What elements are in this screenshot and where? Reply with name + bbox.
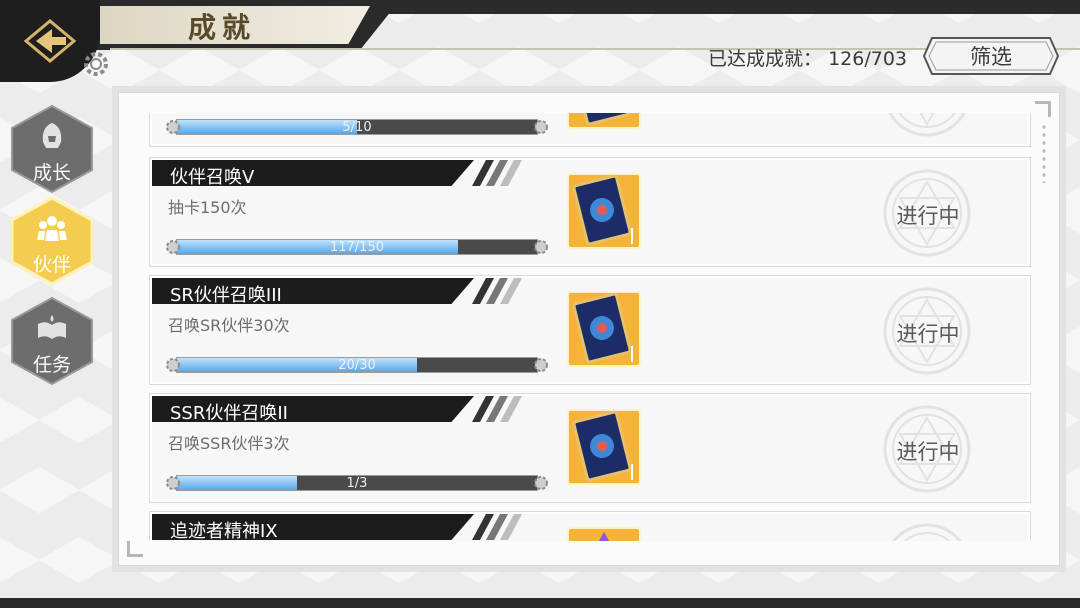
achievement-title: 追迹者精神IX xyxy=(170,521,278,541)
open-book-icon xyxy=(38,315,66,339)
progress-track: 5/10 xyxy=(176,119,538,135)
achievement-list[interactable]: 5/10 伙伴召唤V 抽卡150次 117/150 进行中 SR伙伴召唤III … xyxy=(149,113,1031,541)
reward-card-icon[interactable] xyxy=(566,290,642,368)
achievement-status: 进行中 xyxy=(896,440,960,464)
nav-item-growth[interactable]: 成长 xyxy=(8,104,96,194)
title-stripes xyxy=(472,278,522,304)
nav-item-label: 成长 xyxy=(32,162,71,184)
panel-corner xyxy=(1035,101,1051,117)
card-title-bar: SSR伙伴召唤II xyxy=(152,396,474,422)
nav-item-tasks[interactable]: 任务 xyxy=(8,296,96,386)
nav-item-companions[interactable]: 伙伴 xyxy=(8,196,96,286)
gear-cap-icon xyxy=(166,358,180,372)
gear-icon xyxy=(84,52,108,76)
gear-cap-icon xyxy=(166,476,180,490)
reward-card-icon[interactable] xyxy=(566,113,642,130)
panel-corner xyxy=(127,541,143,557)
achievement-description: 召唤SSR伙伴3次 xyxy=(168,434,290,453)
achievement-card: SSR伙伴召唤II 召唤SSR伙伴3次 1/3 进行中 xyxy=(149,393,1031,503)
status-seal-icon xyxy=(892,523,962,541)
progress-track: 20/30 xyxy=(176,357,538,373)
card-title-bar: 追迹者精神IX xyxy=(152,514,474,540)
back-arrow-icon xyxy=(23,19,77,63)
title-stripes xyxy=(472,160,522,186)
title-stripes xyxy=(472,396,522,422)
achievement-counter-label: 已达成成就： xyxy=(708,48,823,70)
gear-cap-icon xyxy=(534,120,548,134)
progress-bar: 20/30 xyxy=(164,354,550,376)
nav-item-label: 任务 xyxy=(32,354,71,376)
gear-cap-icon xyxy=(534,476,548,490)
achievement-panel: 5/10 伙伴召唤V 抽卡150次 117/150 进行中 SR伙伴召唤III … xyxy=(118,92,1060,566)
gear-cap-icon xyxy=(534,358,548,372)
progress-track: 117/150 xyxy=(176,239,538,255)
reward-card-icon[interactable] xyxy=(566,172,642,250)
card-title-bar: 伙伴召唤V xyxy=(152,160,474,186)
achievement-card: SR伙伴召唤III 召唤SR伙伴30次 20/30 进行中 xyxy=(149,275,1031,385)
companions-icon xyxy=(37,216,67,241)
progress-text: 20/30 xyxy=(338,358,376,373)
achievement-description: 召唤SR伙伴30次 xyxy=(168,316,290,335)
status-seal-icon xyxy=(888,113,966,137)
achievement-status: 进行中 xyxy=(896,204,960,228)
panel-dots xyxy=(1041,123,1047,183)
page-title: 成就 xyxy=(188,11,257,44)
nav-item-label: 伙伴 xyxy=(32,254,71,276)
achievement-counter: 已达成成就： 126/703 xyxy=(708,44,907,71)
progress-bar: 1/3 xyxy=(164,472,550,494)
hooded-figure-icon xyxy=(42,123,62,148)
filter-button-label: 筛选 xyxy=(970,45,1012,69)
gear-cap-icon xyxy=(166,120,180,134)
progress-text: 5/10 xyxy=(342,120,372,135)
achievement-card: 追迹者精神IX xyxy=(149,511,1031,541)
achievement-description: 抽卡150次 xyxy=(168,198,247,217)
filter-button[interactable]: 筛选 xyxy=(922,36,1060,76)
gear-cap-icon xyxy=(534,240,548,254)
title-stripes xyxy=(472,514,522,540)
progress-track: 1/3 xyxy=(176,475,538,491)
bottom-bar xyxy=(0,598,1080,608)
achievement-card: 伙伴召唤V 抽卡150次 117/150 进行中 xyxy=(149,157,1031,267)
achievement-title: 伙伴召唤V xyxy=(170,167,255,188)
achievement-title: SSR伙伴召唤II xyxy=(170,403,288,424)
reward-card-icon[interactable] xyxy=(566,526,642,541)
progress-bar: 5/10 xyxy=(164,116,550,138)
progress-bar: 117/150 xyxy=(164,236,550,258)
progress-text: 1/3 xyxy=(346,476,368,491)
reward-card-icon[interactable] xyxy=(566,408,642,486)
card-title-bar: SR伙伴召唤III xyxy=(152,278,474,304)
achievement-card: 5/10 xyxy=(149,113,1031,147)
achievement-status: 进行中 xyxy=(896,322,960,346)
achievement-counter-value: 126/703 xyxy=(828,48,907,70)
achievement-title: SR伙伴召唤III xyxy=(170,285,282,306)
gear-cap-icon xyxy=(166,240,180,254)
progress-text: 117/150 xyxy=(329,240,384,255)
